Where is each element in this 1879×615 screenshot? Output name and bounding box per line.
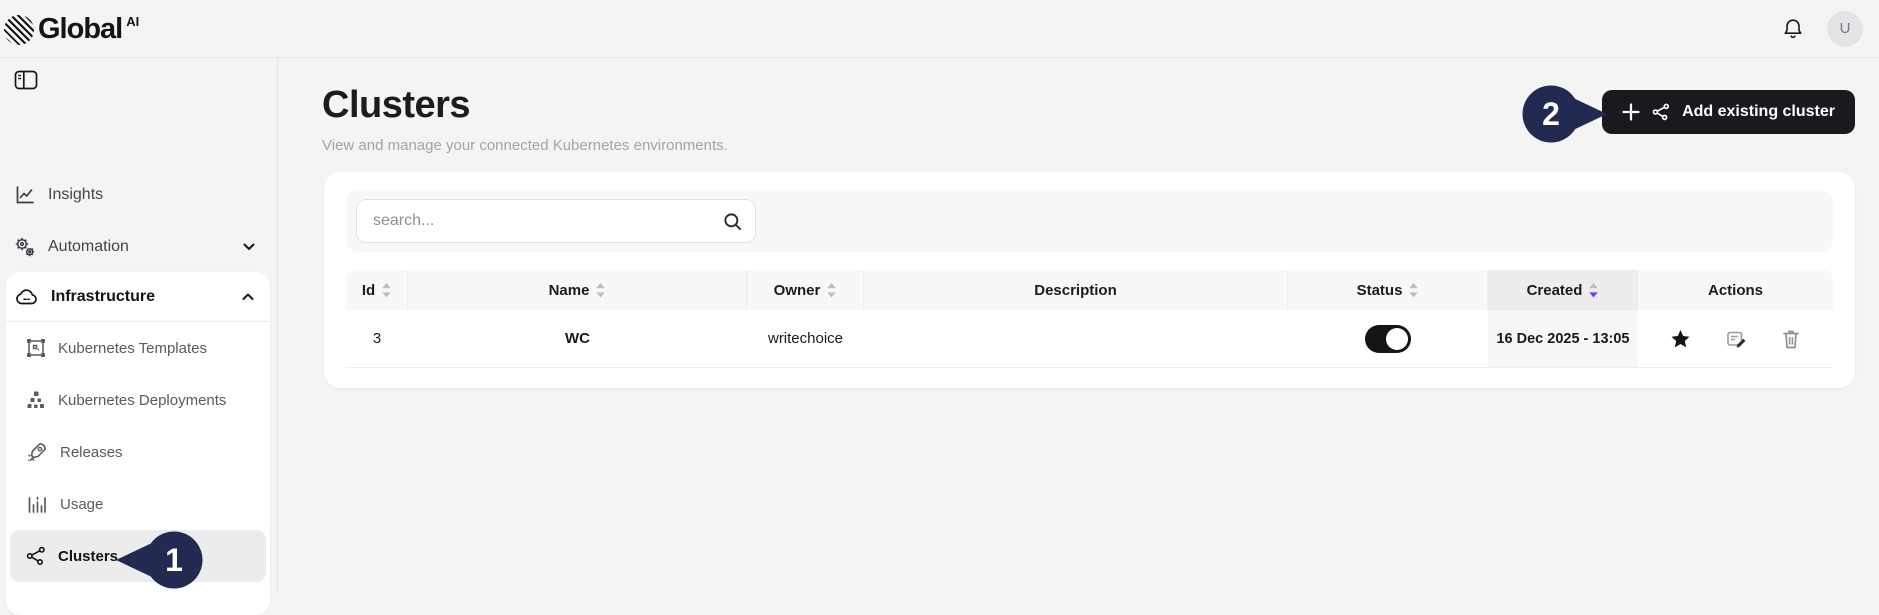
- search-icon[interactable]: [723, 212, 742, 231]
- clusters-table: Id Name Owner: [346, 270, 1833, 368]
- add-existing-cluster-button[interactable]: Add existing cluster: [1602, 90, 1855, 134]
- clusters-icon: [1652, 103, 1670, 121]
- user-avatar[interactable]: U: [1827, 11, 1863, 47]
- sort-icon: [596, 283, 605, 298]
- column-header-description: Description: [864, 270, 1288, 310]
- sidebar-item-label: Infrastructure: [51, 288, 155, 306]
- toggle-knob: [1386, 328, 1408, 350]
- edit-icon: [1725, 328, 1747, 350]
- chevron-up-icon: [242, 293, 254, 301]
- column-label: Created: [1527, 282, 1583, 299]
- cell-description: [864, 310, 1288, 367]
- topbar: Global AI U: [0, 0, 1879, 58]
- main-content: Clusters View and manage your connected …: [278, 58, 1879, 595]
- edit-button[interactable]: [1725, 328, 1747, 350]
- sidebar-item-label: Usage: [60, 496, 103, 513]
- sidebar-item-label: Kubernetes Deployments: [58, 392, 226, 409]
- cloud-icon: [15, 287, 39, 307]
- column-label: Id: [362, 282, 375, 299]
- sidebar-item-label: Releases: [60, 444, 123, 461]
- sidebar-item-label: Kubernetes Templates: [58, 340, 207, 357]
- column-header-id[interactable]: Id: [346, 270, 408, 310]
- panel-toggle-icon: [14, 70, 38, 90]
- favorite-button[interactable]: [1670, 329, 1691, 349]
- sidebar-item-kubernetes-deployments[interactable]: Kubernetes Deployments: [6, 374, 270, 426]
- sort-desc-active-icon: [1589, 283, 1598, 298]
- search-strip: [346, 190, 1833, 252]
- trash-icon: [1781, 328, 1801, 350]
- sidebar-item-kubernetes-templates[interactable]: Kubernetes Templates: [6, 322, 270, 374]
- avatar-initial: U: [1840, 20, 1851, 37]
- clusters-icon: [26, 546, 46, 566]
- sort-icon: [1409, 283, 1418, 298]
- rocket-icon: [26, 441, 48, 463]
- column-header-name[interactable]: Name: [408, 270, 747, 310]
- plus-icon: [1622, 103, 1640, 121]
- chart-line-icon: [14, 184, 36, 206]
- brand-superscript: AI: [126, 14, 139, 29]
- cell-id: 3: [346, 310, 408, 367]
- sidebar-item-infrastructure[interactable]: Infrastructure: [6, 272, 270, 322]
- sidebar-item-usage[interactable]: Usage: [6, 478, 270, 530]
- delete-button[interactable]: [1781, 328, 1801, 350]
- brand-logo[interactable]: Global AI: [4, 13, 139, 45]
- annotation-step-2-number: 2: [1542, 96, 1560, 132]
- status-toggle[interactable]: [1365, 325, 1411, 353]
- column-header-owner[interactable]: Owner: [747, 270, 864, 310]
- sidebar-item-label: Clusters: [58, 548, 118, 565]
- column-label: Owner: [774, 282, 821, 299]
- usage-chart-icon: [26, 493, 48, 515]
- column-label: Name: [549, 282, 590, 299]
- sidebar: Insights Automation: [0, 58, 278, 595]
- table-header-row: Id Name Owner: [346, 270, 1833, 310]
- column-label: Actions: [1708, 282, 1763, 299]
- kubernetes-deployments-icon: [26, 390, 46, 410]
- sort-icon: [382, 283, 391, 298]
- cell-created: 16 Dec 2025 - 13:05: [1488, 310, 1638, 367]
- column-header-status[interactable]: Status: [1288, 270, 1488, 310]
- brand-name: Global: [38, 13, 122, 45]
- sidebar-item-insights[interactable]: Insights: [0, 169, 277, 221]
- column-header-created[interactable]: Created: [1488, 270, 1638, 310]
- notifications-button[interactable]: [1781, 17, 1805, 41]
- search-input[interactable]: [356, 199, 756, 243]
- sidebar-item-label: Automation: [48, 238, 129, 256]
- chevron-down-icon: [243, 243, 255, 251]
- sidebar-item-clusters[interactable]: Clusters: [10, 530, 266, 582]
- column-label: Description: [1034, 282, 1117, 299]
- sidebar-item-label: Insights: [48, 186, 103, 204]
- kubernetes-templates-icon: [26, 338, 46, 358]
- page-subtitle: View and manage your connected Kubernete…: [322, 137, 728, 154]
- cell-actions: [1638, 310, 1833, 367]
- sidebar-item-releases[interactable]: Releases: [6, 426, 270, 478]
- gears-icon: [14, 236, 36, 258]
- bell-icon: [1781, 17, 1805, 41]
- column-header-actions: Actions: [1638, 270, 1833, 310]
- add-button-label: Add existing cluster: [1682, 103, 1835, 121]
- annotation-step-2: 2: [1519, 84, 1607, 144]
- sidebar-item-automation[interactable]: Automation: [0, 221, 277, 273]
- cell-owner: writechoice: [747, 310, 864, 367]
- sidebar-collapse-button[interactable]: [14, 70, 38, 90]
- globe-logo-icon: [4, 15, 34, 45]
- page-title: Clusters: [322, 84, 728, 127]
- cell-name: WC: [408, 310, 747, 367]
- infrastructure-group: Infrastructure Kubernetes Templates: [6, 272, 270, 615]
- cell-status: [1288, 310, 1488, 367]
- sort-icon: [827, 283, 836, 298]
- clusters-card: Id Name Owner: [324, 172, 1855, 388]
- star-icon: [1670, 329, 1691, 349]
- table-row: 3 WC writechoice 16 Dec 2025 - 13:05: [346, 310, 1833, 368]
- column-label: Status: [1357, 282, 1403, 299]
